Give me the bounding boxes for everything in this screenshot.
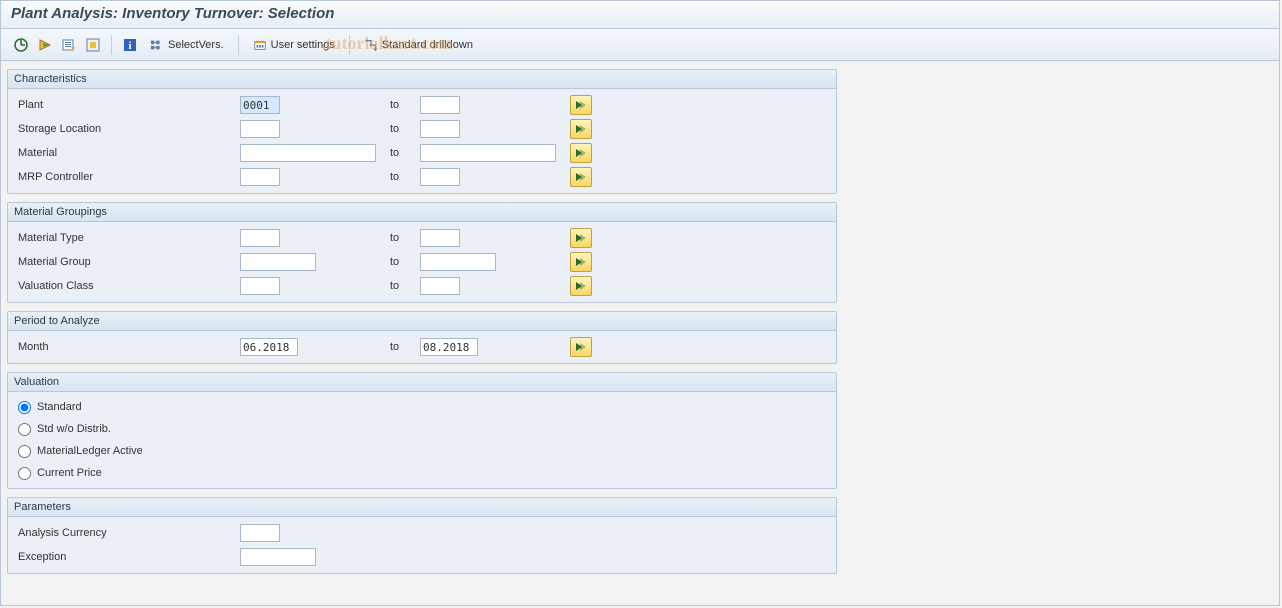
plant-to-input[interactable] bbox=[420, 96, 460, 114]
to-label: to bbox=[390, 99, 420, 111]
storage-location-multi-select-button[interactable] bbox=[570, 119, 592, 139]
valuation-std-wo-distrib-row[interactable]: Std w/o Distrib. bbox=[14, 418, 830, 440]
app-window: Plant Analysis: Inventory Turnover: Sele… bbox=[0, 0, 1280, 606]
valuation-std-wo-distrib-radio[interactable] bbox=[18, 423, 31, 436]
svg-text:i: i bbox=[128, 40, 131, 52]
get-variant-icon[interactable] bbox=[59, 35, 79, 55]
material-group-multi-select-button[interactable] bbox=[570, 252, 592, 272]
to-label: to bbox=[390, 341, 420, 353]
valuation-ml-active-row[interactable]: MaterialLedger Active bbox=[14, 440, 830, 462]
month-multi-select-button[interactable] bbox=[570, 337, 592, 357]
toolbar-separator bbox=[349, 35, 350, 55]
material-groupings-group: Material Groupings Material Type to Mate… bbox=[7, 202, 837, 303]
mrp-controller-label: MRP Controller bbox=[14, 171, 240, 183]
info-icon[interactable]: i bbox=[120, 35, 140, 55]
valuation-current-price-row[interactable]: Current Price bbox=[14, 462, 830, 484]
parameters-group: Parameters Analysis Currency Exception bbox=[7, 497, 837, 574]
toolbar-separator bbox=[238, 35, 239, 55]
analysis-currency-input[interactable] bbox=[240, 524, 280, 542]
valuation-title: Valuation bbox=[8, 373, 836, 392]
toolbar-separator bbox=[111, 35, 112, 55]
material-row: Material to bbox=[14, 141, 830, 165]
to-label: to bbox=[390, 123, 420, 135]
material-type-row: Material Type to bbox=[14, 226, 830, 250]
valuation-class-label: Valuation Class bbox=[14, 280, 240, 292]
plant-from-input[interactable] bbox=[240, 96, 280, 114]
execute-icon[interactable] bbox=[11, 35, 31, 55]
user-settings-button[interactable]: User settings bbox=[247, 36, 341, 54]
valuation-ml-active-radio[interactable] bbox=[18, 445, 31, 458]
standard-drilldown-label: Standard drilldown bbox=[382, 39, 473, 51]
select-version-button[interactable]: SelectVers. bbox=[144, 36, 230, 54]
valuation-class-to-input[interactable] bbox=[420, 277, 460, 295]
month-to-input[interactable] bbox=[420, 338, 478, 356]
material-label: Material bbox=[14, 147, 240, 159]
material-type-label: Material Type bbox=[14, 232, 240, 244]
material-multi-select-button[interactable] bbox=[570, 143, 592, 163]
material-to-input[interactable] bbox=[420, 144, 556, 162]
storage-location-row: Storage Location to bbox=[14, 117, 830, 141]
month-label: Month bbox=[14, 341, 240, 353]
plant-row: Plant to bbox=[14, 93, 830, 117]
storage-location-from-input[interactable] bbox=[240, 120, 280, 138]
material-group-label: Material Group bbox=[14, 256, 240, 268]
mrp-controller-multi-select-button[interactable] bbox=[570, 167, 592, 187]
valuation-std-wo-distrib-label: Std w/o Distrib. bbox=[37, 423, 111, 435]
valuation-class-from-input[interactable] bbox=[240, 277, 280, 295]
standard-drilldown-button[interactable]: Standard drilldown bbox=[358, 36, 479, 54]
to-label: to bbox=[390, 147, 420, 159]
to-label: to bbox=[390, 280, 420, 292]
material-group-row: Material Group to bbox=[14, 250, 830, 274]
valuation-current-price-label: Current Price bbox=[37, 467, 102, 479]
period-title: Period to Analyze bbox=[8, 312, 836, 331]
mrp-controller-to-input[interactable] bbox=[420, 168, 460, 186]
content-area: Characteristics Plant to Storage Locatio… bbox=[1, 61, 1279, 590]
plant-multi-select-button[interactable] bbox=[570, 95, 592, 115]
valuation-standard-label: Standard bbox=[37, 401, 82, 413]
title-text: Plant Analysis: Inventory Turnover: Sele… bbox=[11, 5, 334, 22]
material-type-multi-select-button[interactable] bbox=[570, 228, 592, 248]
analysis-currency-label: Analysis Currency bbox=[14, 527, 240, 539]
mrp-controller-row: MRP Controller to bbox=[14, 165, 830, 189]
material-group-to-input[interactable] bbox=[420, 253, 496, 271]
month-row: Month to bbox=[14, 335, 830, 359]
user-settings-label: User settings bbox=[271, 39, 335, 51]
period-group: Period to Analyze Month to bbox=[7, 311, 837, 364]
exception-label: Exception bbox=[14, 551, 240, 563]
material-type-from-input[interactable] bbox=[240, 229, 280, 247]
valuation-standard-radio[interactable] bbox=[18, 401, 31, 414]
to-label: to bbox=[390, 171, 420, 183]
valuation-class-row: Valuation Class to bbox=[14, 274, 830, 298]
selection-options-icon[interactable] bbox=[83, 35, 103, 55]
analysis-currency-row: Analysis Currency bbox=[14, 521, 830, 545]
valuation-standard-row[interactable]: Standard bbox=[14, 396, 830, 418]
mrp-controller-from-input[interactable] bbox=[240, 168, 280, 186]
to-label: to bbox=[390, 256, 420, 268]
to-label: to bbox=[390, 232, 420, 244]
plant-label: Plant bbox=[14, 99, 240, 111]
characteristics-title: Characteristics bbox=[8, 70, 836, 89]
page-title: Plant Analysis: Inventory Turnover: Sele… bbox=[1, 1, 1279, 29]
exception-row: Exception bbox=[14, 545, 830, 569]
select-version-label: SelectVers. bbox=[168, 39, 224, 51]
execute-print-icon[interactable] bbox=[35, 35, 55, 55]
parameters-title: Parameters bbox=[8, 498, 836, 517]
material-from-input[interactable] bbox=[240, 144, 376, 162]
valuation-class-multi-select-button[interactable] bbox=[570, 276, 592, 296]
month-from-input[interactable] bbox=[240, 338, 298, 356]
valuation-ml-active-label: MaterialLedger Active bbox=[37, 445, 143, 457]
material-group-from-input[interactable] bbox=[240, 253, 316, 271]
valuation-group: Valuation Standard Std w/o Distrib. Mate… bbox=[7, 372, 837, 489]
exception-input[interactable] bbox=[240, 548, 316, 566]
storage-location-to-input[interactable] bbox=[420, 120, 460, 138]
material-groupings-title: Material Groupings bbox=[8, 203, 836, 222]
valuation-current-price-radio[interactable] bbox=[18, 467, 31, 480]
material-type-to-input[interactable] bbox=[420, 229, 460, 247]
storage-location-label: Storage Location bbox=[14, 123, 240, 135]
characteristics-group: Characteristics Plant to Storage Locatio… bbox=[7, 69, 837, 194]
toolbar: i SelectVers. User settings Standard dri… bbox=[1, 29, 1279, 61]
